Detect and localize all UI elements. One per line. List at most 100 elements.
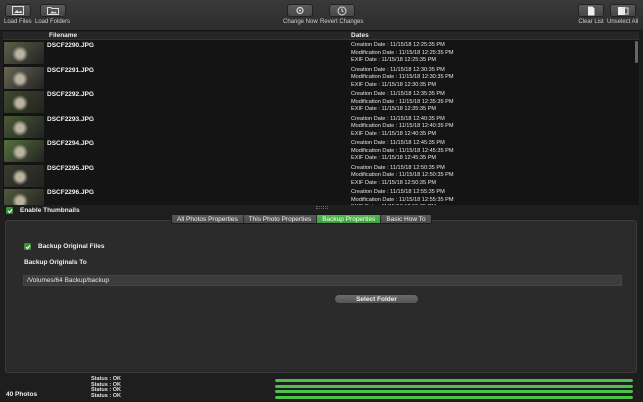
revert-changes-label: Revert Changes bbox=[320, 19, 364, 25]
filename: DSCF2296.JPG bbox=[47, 189, 94, 196]
backup-original-files-label: Backup Original Files bbox=[38, 243, 105, 250]
unselect-all-label: Unselect All bbox=[607, 19, 639, 25]
folder-image-icon bbox=[39, 4, 66, 17]
progress-bar bbox=[275, 379, 633, 382]
dates-cell: Creation Date : 11/15/18 12:55:35 PM Modi… bbox=[351, 189, 454, 205]
dates-cell: Creation Date : 11/15/18 12:40:35 PM Modi… bbox=[351, 116, 454, 139]
enable-thumbnails-label: Enable Thumbnails bbox=[20, 207, 80, 214]
tab-this-photo-properties[interactable]: This Photo Properties bbox=[243, 215, 318, 223]
photo-thumbnail bbox=[4, 66, 44, 89]
load-folders-button[interactable]: Load Folders bbox=[35, 4, 70, 25]
checkmark-icon bbox=[24, 243, 31, 250]
list-header: Filename Dates bbox=[3, 32, 639, 40]
exif-date: EXIF Date : 11/15/18 12:30:35 PM bbox=[351, 81, 437, 88]
modification-date: Modification Date : 11/15/18 12:35:35 PM bbox=[351, 98, 454, 105]
document-icon bbox=[578, 4, 604, 17]
unselect-icon bbox=[609, 4, 636, 17]
list-item[interactable]: DSCF2295.JPG Creation Date : 11/15/18 12:… bbox=[3, 164, 633, 189]
photo-thumbnail bbox=[4, 115, 44, 138]
list-item[interactable]: DSCF2296.JPG Creation Date : 11/15/18 12:… bbox=[3, 188, 633, 205]
backup-path-field[interactable]: /Volumes/64 Backup/backup bbox=[23, 275, 622, 286]
enable-thumbnails-checkbox[interactable]: Enable Thumbnails bbox=[6, 207, 80, 214]
modification-date: Modification Date : 11/15/18 12:25:35 PM bbox=[351, 49, 454, 56]
filename: DSCF2290.JPG bbox=[47, 42, 94, 49]
progress-bars bbox=[275, 379, 633, 401]
photo-count: 40 Photos bbox=[6, 391, 38, 398]
load-folders-label: Load Folders bbox=[35, 19, 71, 25]
exif-date: EXIF Date : 11/15/18 12:50:35 PM bbox=[351, 179, 437, 186]
filename: DSCF2293.JPG bbox=[47, 115, 94, 123]
exif-date: EXIF Date : 11/15/18 12:35:35 PM bbox=[351, 106, 437, 113]
unselect-all-button[interactable]: Unselect All bbox=[607, 4, 638, 25]
modification-date: Modification Date : 11/15/18 12:55:35 PM bbox=[351, 196, 454, 203]
modification-date: Modification Date : 11/15/18 12:40:35 PM bbox=[351, 123, 454, 130]
exif-date: EXIF Date : 11/15/18 12:25:35 PM bbox=[351, 57, 437, 64]
select-folder-button[interactable]: Select Folder bbox=[334, 294, 419, 304]
image-icon bbox=[4, 4, 31, 17]
list-item[interactable]: DSCF2294.JPG Creation Date : 11/15/18 12:… bbox=[3, 139, 633, 164]
dates-cell: Creation Date : 11/15/18 12:25:35 PM Modi… bbox=[351, 42, 454, 65]
creation-date: Creation Date : 11/15/18 12:40:35 PM bbox=[351, 115, 445, 122]
creation-date: Creation Date : 11/15/18 12:35:35 PM bbox=[351, 91, 445, 97]
splitter-handle[interactable] bbox=[316, 206, 328, 209]
backup-originals-to-label: Backup Originals To bbox=[24, 259, 87, 266]
photo-thumbnail bbox=[4, 140, 44, 162]
photo-thumbnail bbox=[4, 42, 44, 64]
filename: DSCF2292.JPG bbox=[47, 91, 94, 98]
dates-cell: Creation Date : 11/15/18 12:50:35 PM Modi… bbox=[351, 165, 454, 188]
file-list[interactable]: Filename Dates DSCF2290.JPG Creation Date… bbox=[3, 32, 639, 205]
clear-list-button[interactable]: Clear List bbox=[578, 4, 604, 25]
photo-thumbnail bbox=[4, 91, 44, 113]
progress-fill bbox=[275, 384, 633, 388]
tab-backup-properties[interactable]: Backup Properties bbox=[317, 215, 382, 223]
list-item[interactable]: DSCF2292.JPG Creation Date : 11/15/18 12:… bbox=[3, 90, 633, 115]
tab-basic-how-to[interactable]: Basic How To bbox=[381, 215, 431, 223]
photo-thumbnail bbox=[4, 164, 44, 187]
revert-changes-button[interactable]: Revert Changes bbox=[320, 4, 363, 25]
creation-date: Creation Date : 11/15/18 12:50:35 PM bbox=[351, 164, 445, 171]
change-now-label: Change Now bbox=[283, 19, 318, 25]
clock-icon bbox=[328, 4, 355, 17]
list-item[interactable]: DSCF2290.JPG Creation Date : 11/15/18 12:… bbox=[3, 41, 633, 66]
load-files-label: Load Files bbox=[4, 19, 32, 25]
progress-fill bbox=[275, 395, 633, 399]
creation-date: Creation Date : 11/15/18 12:30:35 PM bbox=[351, 66, 445, 73]
modification-date: Modification Date : 11/15/18 12:45:35 PM bbox=[351, 147, 454, 154]
exif-date: EXIF Date : 11/15/18 12:40:35 PM bbox=[351, 130, 437, 137]
camera-icon bbox=[287, 4, 314, 17]
dates-cell: Creation Date : 11/15/18 12:35:35 PM Modi… bbox=[351, 91, 454, 114]
dates-cell: Creation Date : 11/15/18 12:30:35 PM Modi… bbox=[351, 67, 454, 90]
column-header-filename[interactable]: Filename bbox=[49, 32, 77, 39]
toolbar: Load Files Load Folders Change Now Rever… bbox=[0, 0, 643, 31]
exif-date: EXIF Date : 11/15/18 12:45:35 PM bbox=[351, 155, 437, 162]
status-list: Status : OK Status : OK Status : OK Stat… bbox=[91, 376, 121, 399]
filename: DSCF2295.JPG bbox=[47, 164, 94, 172]
creation-date: Creation Date : 11/15/18 12:45:35 PM bbox=[351, 140, 445, 146]
tab-bar: All Photos Properties This Photo Propert… bbox=[171, 214, 432, 224]
status-line: Status : OK bbox=[91, 392, 121, 399]
progress-bar bbox=[275, 384, 633, 388]
progress-fill bbox=[275, 390, 633, 393]
modification-date: Modification Date : 11/15/18 12:30:35 PM bbox=[351, 74, 454, 81]
exif-date: EXIF Date : 11/15/18 12:55:35 PM bbox=[351, 204, 454, 205]
load-files-button[interactable]: Load Files bbox=[4, 4, 32, 25]
checkmark-icon bbox=[6, 207, 13, 214]
progress-bar bbox=[275, 390, 633, 393]
list-item[interactable]: DSCF2291.JPG Creation Date : 11/15/18 12:… bbox=[3, 66, 633, 91]
creation-date: Creation Date : 11/15/18 12:55:35 PM bbox=[351, 189, 445, 195]
change-now-button[interactable]: Change Now bbox=[283, 4, 318, 25]
clear-list-label: Clear List bbox=[578, 19, 604, 25]
backup-original-files-checkbox[interactable]: Backup Original Files bbox=[24, 243, 104, 250]
progress-bar bbox=[275, 395, 633, 399]
progress-fill bbox=[275, 379, 633, 382]
filename: DSCF2291.JPG bbox=[47, 66, 94, 74]
filename: DSCF2294.JPG bbox=[47, 140, 94, 147]
modification-date: Modification Date : 11/15/18 12:50:35 PM bbox=[351, 172, 454, 179]
creation-date: Creation Date : 11/15/18 12:25:35 PM bbox=[351, 42, 445, 48]
list-item[interactable]: DSCF2293.JPG Creation Date : 11/15/18 12:… bbox=[3, 115, 633, 140]
list-scrollbar[interactable] bbox=[635, 41, 638, 63]
photo-thumbnail bbox=[4, 189, 44, 205]
tab-all-photos-properties[interactable]: All Photos Properties bbox=[172, 215, 244, 223]
dates-cell: Creation Date : 11/15/18 12:45:35 PM Modi… bbox=[351, 140, 454, 163]
column-header-dates[interactable]: Dates bbox=[351, 32, 369, 39]
